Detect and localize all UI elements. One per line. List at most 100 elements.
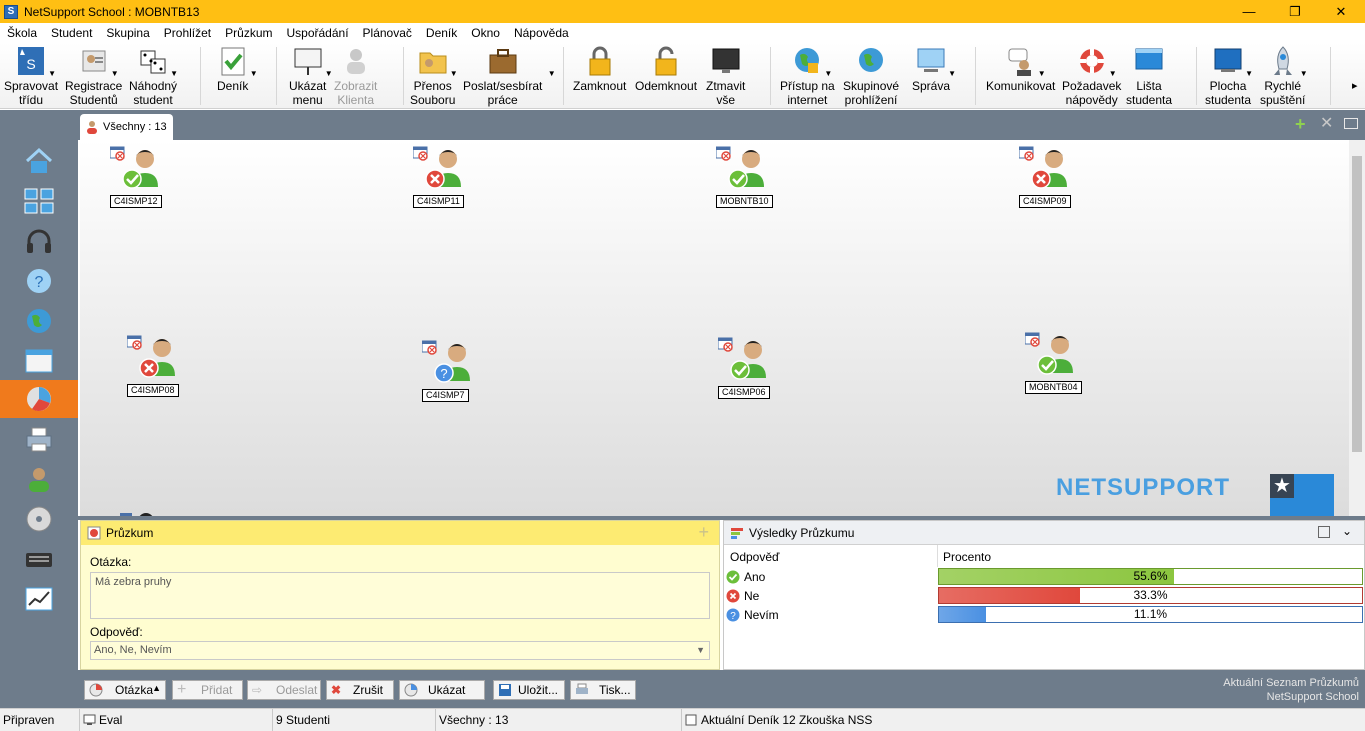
netsupport-logo-text: NETSUPPORT [1056,474,1231,501]
add-tab-icon[interactable]: + [1295,115,1306,133]
communicate-button[interactable]: ▼ Komunikovat [986,45,1055,93]
vertical-scrollbar[interactable] [1349,140,1365,516]
question-label: Otázka: [90,555,132,569]
percent-text: 11.1% [1133,607,1168,621]
show-menu-button[interactable]: ▼ Ukázat menu [289,45,333,107]
result-row: Ano 55.6% [724,567,1364,586]
student-icon[interactable]: C4ISMP06 [717,336,780,399]
student-icon[interactable]: C4ISMP12 [109,145,172,208]
sidebar-reports[interactable] [0,580,78,618]
quick-launch-button[interactable]: ▼ Rychlé spuštění [1260,45,1308,107]
manage-button[interactable]: ▼ Správa [912,45,956,93]
question-cloud-icon: ? [27,269,51,293]
student-name: MOBNTB04 [1025,381,1082,394]
sidebar-media[interactable] [0,500,78,538]
toolbar-overflow-button[interactable]: ▸ [1352,79,1358,92]
chevron-down-icon[interactable]: ⌄ [1342,524,1352,538]
show-client-button[interactable]: Zobrazit Klienta [334,45,377,107]
blank-screen-button[interactable]: Ztmavit vše [706,45,745,107]
menu-usporadani[interactable]: Uspořádání [279,26,355,40]
student-icon[interactable]: MOBNTB10 [715,145,778,208]
student-name: C4ISMP7 [422,389,469,402]
menu-student[interactable]: Student [44,26,99,40]
pie-chart-icon [404,683,418,697]
menu-skupina[interactable]: Skupina [99,26,156,40]
student-icon[interactable]: C4ISMP09 [1018,145,1081,208]
minimize-button[interactable]: — [1226,0,1272,23]
svg-text:S: S [26,56,35,72]
menu-planovac[interactable]: Plánovač [356,26,419,40]
register-students-button[interactable]: ▼ Registrace Studentů [65,45,122,107]
save-button[interactable]: Uložit... [493,680,565,700]
add-survey-icon[interactable]: + [698,523,709,541]
lock-button[interactable]: Zamknout [573,45,626,93]
menu-bar: Škola Student Skupina Prohlížet Průzkum … [0,23,1365,43]
menu-prohlizet[interactable]: Prohlížet [157,26,218,40]
menu-napoveda[interactable]: Nápověda [507,26,576,40]
tab-all-students[interactable]: Všechny : 13 [80,114,173,140]
student-icon[interactable]: C4ISMP11 [412,145,475,208]
restore-button[interactable]: ❐ [1272,0,1318,23]
sidebar-layout[interactable] [0,182,78,220]
journal-button[interactable]: ▼ Deník [217,45,258,93]
printer-icon [26,427,52,452]
question-field[interactable]: Má zebra pruhy [90,572,710,619]
group-browse-icon [856,45,886,77]
student-icon[interactable]: ? C4ISMP7 [421,339,484,402]
results-view-icon[interactable] [1318,526,1330,538]
manage-class-button[interactable]: S ▼ Spravovat třídu [4,45,58,107]
student-icon[interactable]: MOBNTB04 [1024,331,1087,394]
menu-denik[interactable]: Deník [419,26,464,40]
percent-text: 33.3% [1133,588,1168,602]
send-collect-work-button[interactable]: ▼ Poslat/sesbírat práce [463,45,556,107]
chat-icon: ▼ [1006,45,1046,78]
send-button[interactable]: ⇨ Odeslat [247,680,321,700]
student-desktop-button[interactable]: ▼ Plocha studenta [1205,45,1253,107]
internet-access-button[interactable]: ▼ Přístup na internet [780,45,835,107]
student-bar-button[interactable]: Lišta studenta [1126,45,1172,107]
toolbar-separator [1196,47,1197,105]
survey-icon [87,526,101,540]
sidebar-audio[interactable] [0,222,78,260]
student-icon[interactable]: C4ISMP08 [126,334,189,397]
menu-pruzkum[interactable]: Průzkum [218,26,279,40]
sidebar-printers[interactable] [0,420,78,458]
show-results-button[interactable]: Ukázat [399,680,485,700]
file-transfer-button[interactable]: ▼ Přenos Souboru [410,45,458,107]
student-icon-partial[interactable] [120,508,160,516]
answer-status-icon [726,570,740,583]
student-avatar-icon [1018,146,1067,189]
toolbar-separator [276,47,277,105]
close-button[interactable]: ✕ [1318,0,1364,23]
close-tab-icon[interactable]: ✕ [1320,116,1333,132]
question-button[interactable]: Otázka ▲ [84,680,166,700]
survey-toolbar: Otázka ▲ + Přidat ⇨ Odeslat ✖ Zrušit Uká… [78,670,1365,708]
add-button[interactable]: + Přidat [172,680,243,700]
sidebar-help[interactable]: ? [0,262,78,300]
cancel-button[interactable]: ✖ Zrušit [326,680,394,700]
status-all: Všechny : 13 [436,709,682,731]
help-request-button[interactable]: ▼ Požadavek nápovědy [1062,45,1121,107]
col-answer-header: Odpověď [730,550,780,564]
sidebar-students[interactable] [0,460,78,498]
sidebar-internet[interactable] [0,302,78,340]
unlock-button[interactable]: Odemknout [635,45,697,93]
toolbar-separator [200,47,201,105]
toolbar-separator [403,47,404,105]
print-button[interactable]: Tisk... [570,680,636,700]
student-avatar-icon [717,337,766,380]
menu-skola[interactable]: Škola [0,26,44,40]
lifebuoy-icon: ▼ [1077,45,1117,78]
sidebar-home[interactable] [0,142,78,180]
answer-select[interactable]: Ano, Ne, Nevím ▼ [90,641,710,660]
student-avatar-icon [412,146,461,189]
sidebar-keyboard[interactable] [0,540,78,578]
tab-view-icon[interactable] [1344,118,1358,129]
arrow-right-icon: ⇨ [252,683,263,697]
col-percent-header: Procento [943,550,992,564]
menu-okno[interactable]: Okno [464,26,507,40]
sidebar-survey[interactable] [0,380,78,418]
random-student-button[interactable]: ▼ Náhodný student [129,45,178,107]
group-browse-button[interactable]: Skupinové prohlížení [843,45,899,107]
sidebar-applications[interactable] [0,342,78,380]
